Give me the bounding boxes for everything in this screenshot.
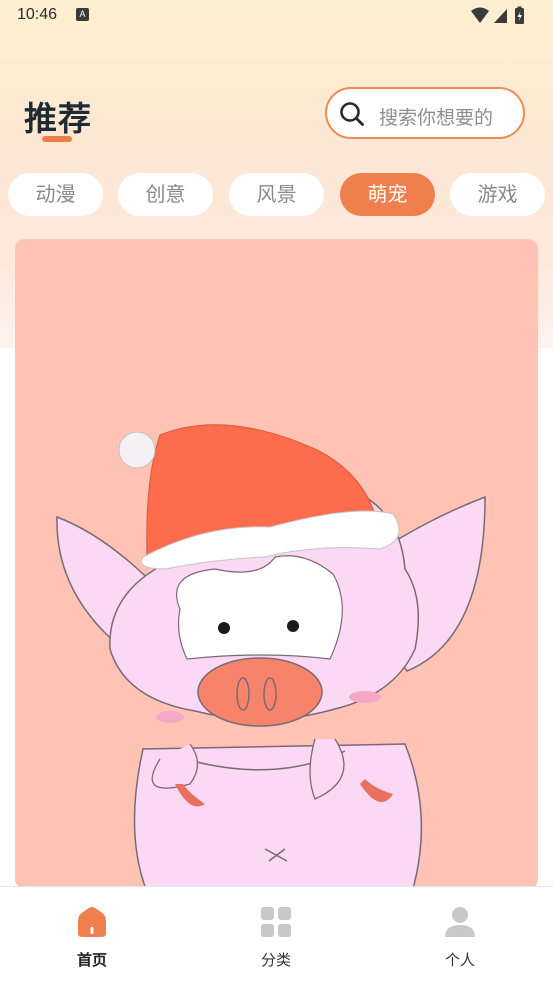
pig-eye-patch [175,555,343,660]
search-box[interactable]: 搜索你想要的 [325,87,525,139]
tab-games[interactable]: 游戏 [450,173,545,216]
app-screen: 10:46 A 推荐 搜索你想要的 动漫 创意 风景 萌宠 游戏 首页 分类 个… [0,0,553,983]
search-icon [340,102,364,126]
nav-profile[interactable]: 个人 [420,905,500,970]
battery-icon [515,6,524,24]
grid-icon [261,907,291,937]
nav-category-label: 分类 [260,951,291,969]
pig-illustration [56,424,486,889]
tab-creative[interactable]: 创意 [118,173,213,216]
status-icons [471,6,524,24]
bottom-nav: 首页 分类 个人 [0,886,553,983]
tab-scenery[interactable]: 风景 [229,173,324,216]
category-tabs: 动漫 创意 风景 萌宠 游戏 [0,173,553,217]
nav-profile-label: 个人 [444,951,475,969]
signal-icon [494,9,507,23]
pig-right-eye [287,620,299,632]
search-input[interactable]: 搜索你想要的 [379,103,493,130]
wallpaper-card[interactable] [15,239,538,889]
nav-home-label: 首页 [76,951,107,969]
santa-hat-pompom [118,431,156,469]
wifi-icon [471,7,489,23]
pig-left-eye [218,622,230,634]
page-title: 推荐 [24,99,92,138]
user-icon [445,907,475,937]
status-time: 10:46 [17,6,58,23]
pig-snout [197,657,323,727]
tab-anime[interactable]: 动漫 [8,173,103,216]
home-icon [78,907,106,937]
status-bar: 10:46 A [0,0,553,32]
notification-badge-icon: A [76,8,89,21]
nav-home[interactable]: 首页 [52,905,132,970]
nav-category[interactable]: 分类 [236,905,316,970]
tab-pets[interactable]: 萌宠 [340,173,435,216]
title-underline [42,136,72,142]
